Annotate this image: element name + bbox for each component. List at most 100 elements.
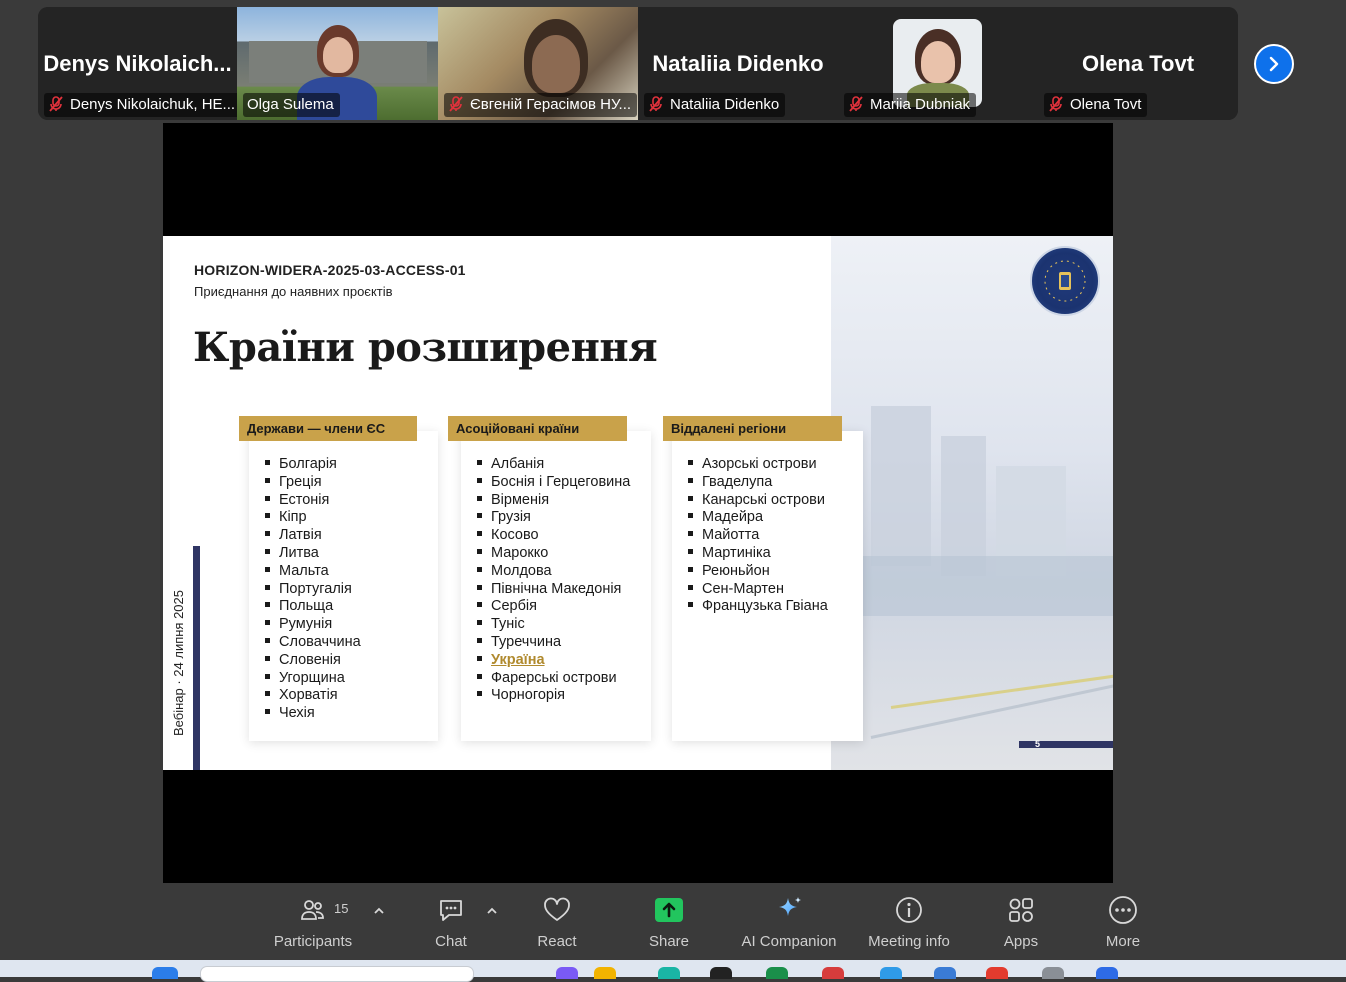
participants-label: Participants: [273, 933, 353, 950]
os-taskbar: [0, 960, 1346, 982]
column-header-outermost: Віддалені регіони: [663, 416, 842, 441]
country-item: Чехія: [265, 705, 361, 723]
next-page-button[interactable]: [1254, 44, 1294, 84]
chrome-icon[interactable]: [822, 967, 844, 979]
page-number: 5: [1035, 739, 1041, 749]
taskbar-search-box[interactable]: [200, 966, 474, 982]
more-button[interactable]: More: [1083, 893, 1163, 950]
country-item: Хорватія: [265, 687, 361, 705]
meeting-info-button[interactable]: Meeting info: [860, 893, 958, 950]
app-icon[interactable]: [1042, 967, 1064, 979]
app-icon[interactable]: [710, 967, 732, 979]
country-item: Албанія: [477, 456, 630, 474]
meeting-toolbar: Participants 15 Chat React Share AI Comp…: [0, 885, 1346, 960]
app-icon[interactable]: [556, 967, 578, 979]
participant-tile-nataliia[interactable]: Nataliia Didenko Nataliia Didenko: [638, 7, 838, 120]
country-item: Україна: [477, 652, 630, 670]
meeting-info-label: Meeting info: [868, 933, 950, 950]
country-item: Майотта: [688, 527, 828, 545]
country-item: Греція: [265, 474, 361, 492]
app-icon[interactable]: [1096, 967, 1118, 979]
sparkle-icon: [779, 897, 801, 916]
participant-name-label: Olga Sulema: [243, 93, 340, 117]
mic-muted-icon: [49, 96, 63, 112]
apps-icon: [1009, 898, 1033, 922]
country-item: Чорногорія: [477, 687, 630, 705]
app-icon[interactable]: [986, 967, 1008, 979]
country-item: Фарерські острови: [477, 670, 630, 688]
chat-options-button[interactable]: [486, 903, 498, 919]
country-list-associated: Албанія Боснія і Герцеговина Вірменія Грузі…: [477, 456, 630, 705]
participant-tile-olena[interactable]: Olena Tovt Olena Tovt: [1038, 7, 1238, 120]
react-label: React: [537, 933, 577, 950]
chat-label: Chat: [435, 933, 467, 950]
participant-display-name: Denys Nikolaich...: [43, 51, 232, 76]
participant-tile-olga[interactable]: Olga Sulema: [237, 7, 438, 120]
participant-label-text: Olga Sulema: [247, 96, 334, 113]
participant-display-name: Nataliia Didenko: [652, 51, 824, 76]
country-item: Вірменія: [477, 492, 630, 510]
app-icon[interactable]: [766, 967, 788, 979]
participant-label-text: Denys Nikolaichuk, HE...: [70, 96, 236, 113]
more-label: More: [1105, 933, 1141, 950]
shared-screen: HORIZON-WIDERA-2025-03-ACCESS-01 Приєдна…: [163, 123, 1113, 883]
chevron-up-icon: [487, 907, 497, 914]
country-item: Молдова: [477, 563, 630, 581]
participant-strip: Denys Nikolaich... Denys Nikolaichuk, HE…: [38, 7, 1238, 120]
app-icon[interactable]: [880, 967, 902, 979]
react-button[interactable]: React: [517, 893, 597, 950]
country-item: Туреччина: [477, 634, 630, 652]
country-item: Грузія: [477, 509, 630, 527]
country-item: Литва: [265, 545, 361, 563]
more-icon: [1109, 896, 1137, 924]
mic-muted-icon: [849, 96, 863, 112]
column-header-associated: Асоційовані країни: [448, 416, 627, 441]
country-item: Румунія: [265, 616, 361, 634]
participant-label-text: Nataliia Didenko: [670, 96, 780, 113]
column-header-eu: Держави — члени ЄС: [239, 416, 417, 441]
share-button[interactable]: Share: [629, 893, 709, 950]
country-item: Марокко: [477, 545, 630, 563]
participant-label-text: Olena Tovt: [1070, 96, 1142, 113]
country-item: Гваделупа: [688, 474, 828, 492]
app-icon[interactable]: [934, 967, 956, 979]
windows-start-icon[interactable]: [152, 967, 178, 979]
chevron-right-icon: [1269, 56, 1279, 72]
mic-muted-icon: [649, 96, 663, 112]
webinar-date: Вебінар · 24 липня 2025: [171, 590, 186, 736]
participants-icon: [301, 900, 324, 920]
participant-name-label: Nataliia Didenko: [644, 93, 786, 117]
country-item: Мадейра: [688, 509, 828, 527]
participant-name-label: Denys Nikolaichuk, HE...: [44, 93, 237, 117]
chevron-up-icon: [374, 907, 384, 914]
participant-tile-denys[interactable]: Denys Nikolaich... Denys Nikolaichuk, HE…: [38, 7, 237, 120]
folder-icon[interactable]: [594, 967, 616, 979]
country-item: Французька Гвіана: [688, 598, 828, 616]
chat-icon: [440, 900, 462, 921]
accent-bar: [193, 546, 200, 770]
participant-name-label: Mariia Dubniak: [844, 93, 977, 117]
app-icon[interactable]: [658, 967, 680, 979]
country-item: Азорські острови: [688, 456, 828, 474]
chat-button[interactable]: Chat: [411, 893, 491, 950]
page-number-bar: [1019, 741, 1113, 748]
country-item: Туніс: [477, 616, 630, 634]
participant-tile-mariia[interactable]: Mariia Dubniak: [838, 7, 1038, 120]
country-item: Болгарія: [265, 456, 361, 474]
country-list-outermost: Азорські острови Гваделупа Канарські остро…: [688, 456, 828, 616]
info-icon: [896, 897, 922, 923]
apps-button[interactable]: Apps: [981, 893, 1061, 950]
participants-count: 15: [334, 901, 349, 916]
call-code: HORIZON-WIDERA-2025-03-ACCESS-01: [194, 262, 466, 278]
mic-muted-icon: [449, 96, 463, 112]
ai-companion-button[interactable]: AI Companion: [735, 893, 843, 950]
participants-options-button[interactable]: [373, 903, 385, 919]
participant-tile-yevhenii[interactable]: Євгеній Герасімов НУ...: [438, 7, 638, 120]
country-item: Боснія і Герцеговина: [477, 474, 630, 492]
country-item: Реюньйон: [688, 563, 828, 581]
country-item: Мартиніка: [688, 545, 828, 563]
country-item: Словенія: [265, 652, 361, 670]
country-item: Канарські острови: [688, 492, 828, 510]
apps-label: Apps: [1003, 933, 1039, 950]
country-item: Північна Македонія: [477, 581, 630, 599]
